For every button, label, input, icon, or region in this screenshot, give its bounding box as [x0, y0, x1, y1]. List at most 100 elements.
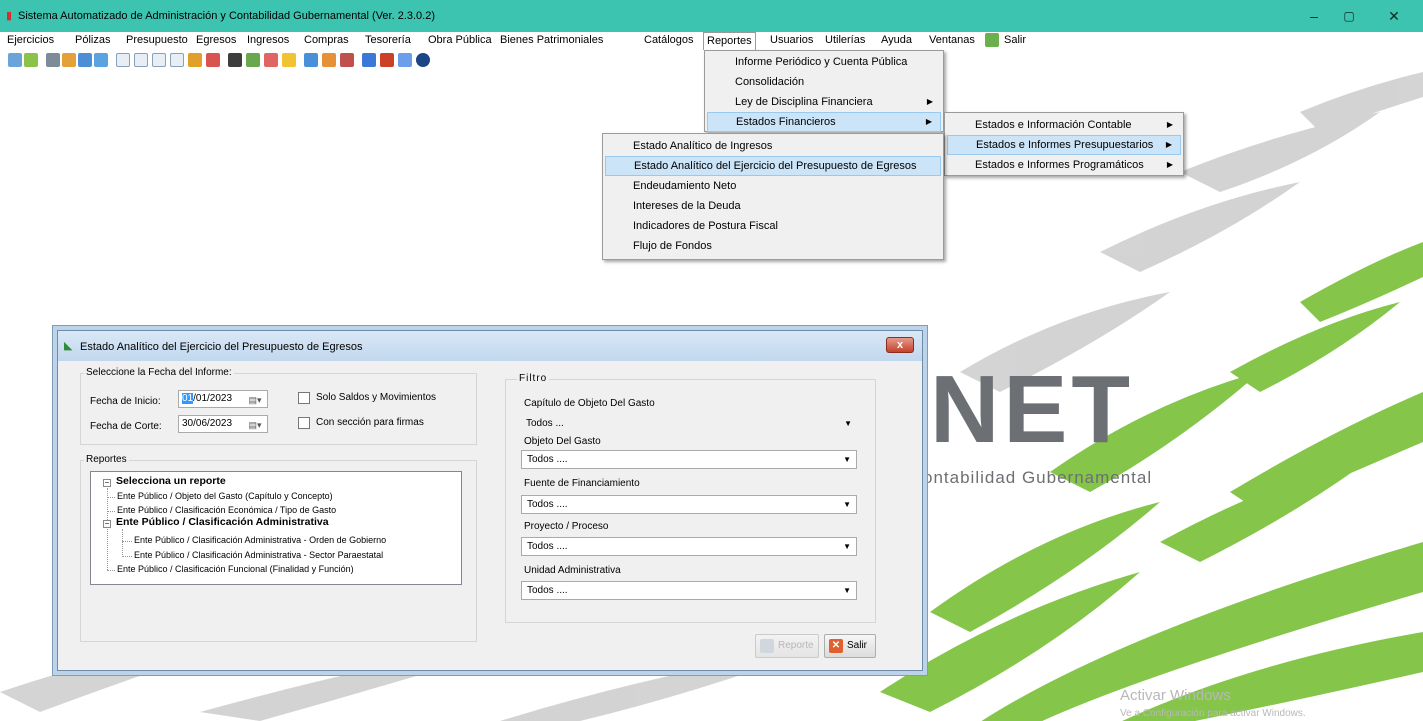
- menu-ejercicios[interactable]: Ejercicios: [7, 34, 54, 46]
- menu-salir[interactable]: Salir: [1004, 34, 1026, 46]
- menu-item-presupuestarios[interactable]: Estados e Informes Presupuestarios ▶: [947, 135, 1181, 155]
- users-icon[interactable]: [264, 53, 278, 67]
- tree-icon[interactable]: [362, 53, 376, 67]
- con-firmas-label: Con sección para firmas: [316, 417, 424, 428]
- unidad-select[interactable]: Todos .... ▼: [521, 581, 857, 600]
- submenu-arrow-icon: ▶: [1165, 140, 1172, 149]
- menu-item-analitico-egresos[interactable]: Estado Analítico del Ejercicio del Presu…: [605, 156, 941, 176]
- menu-ventanas[interactable]: Ventanas: [929, 34, 975, 46]
- tree-node-objeto-gasto[interactable]: Ente Público / Objeto del Gasto (Capítul…: [117, 491, 333, 501]
- solo-saldos-checkbox[interactable]: [298, 392, 310, 404]
- tree-node-orden-gobierno[interactable]: Ente Público / Clasificación Administrat…: [134, 535, 386, 545]
- tree-node-clasif-funcional[interactable]: Ente Público / Clasificación Funcional (…: [117, 564, 354, 574]
- collapse-icon[interactable]: −: [103, 479, 111, 487]
- refresh-icon[interactable]: [8, 53, 22, 67]
- maximize-icon[interactable]: ▢: [1339, 6, 1359, 26]
- fecha-corte-label: Fecha de Corte:: [90, 421, 162, 432]
- menu-polizas[interactable]: Pólizas: [75, 34, 110, 46]
- poliza-f-icon[interactable]: [170, 53, 184, 67]
- menu-item-label: Estados Financieros: [736, 116, 836, 128]
- tree-node-clasif-economica[interactable]: Ente Público / Clasificación Económica /…: [117, 505, 336, 515]
- chevron-down-icon: ▼: [843, 455, 851, 464]
- presupuestarios-menu: Estado Analítico de Ingresos Estado Anal…: [602, 133, 944, 260]
- menu-item-programaticos[interactable]: Estados e Informes Programáticos ▶: [947, 155, 1181, 175]
- objeto-select[interactable]: Todos .... ▼: [521, 450, 857, 469]
- graph-icon[interactable]: [380, 53, 394, 67]
- tree-connector: [107, 511, 115, 512]
- minimize-icon[interactable]: –: [1304, 6, 1324, 26]
- salir-button[interactable]: ✕ Salir: [824, 634, 876, 658]
- calculator-icon[interactable]: [398, 53, 412, 67]
- menu-obra-publica[interactable]: Obra Pública: [428, 34, 492, 46]
- fuente-select[interactable]: Todos .... ▼: [521, 495, 857, 514]
- collapse-icon[interactable]: −: [103, 520, 111, 528]
- table-icon[interactable]: [94, 53, 108, 67]
- poliza-c-icon[interactable]: [116, 53, 130, 67]
- help-icon[interactable]: [416, 53, 430, 67]
- report-tree[interactable]: − Selecciona un reporte Ente Público / O…: [90, 471, 462, 585]
- report-icon[interactable]: [304, 53, 318, 67]
- chart-icon[interactable]: [322, 53, 336, 67]
- edit-icon[interactable]: [246, 53, 260, 67]
- menu-item-consolidacion[interactable]: Consolidación: [707, 72, 941, 92]
- menu-item-info-contable[interactable]: Estados e Información Contable ▶: [947, 115, 1181, 135]
- book-icon[interactable]: [228, 53, 242, 67]
- menu-egresos[interactable]: Egresos: [196, 34, 236, 46]
- poliza-g-icon[interactable]: [188, 53, 202, 67]
- capitulo-select[interactable]: Todos ... ▼: [521, 415, 857, 434]
- tree-node-sector-paraestatal[interactable]: Ente Público / Clasificación Administrat…: [134, 550, 383, 560]
- reporte-button-label: Reporte: [778, 640, 814, 651]
- tree-connector: [107, 570, 115, 571]
- unidad-label: Unidad Administrativa: [524, 565, 621, 576]
- capitulo-value: Todos ...: [526, 418, 564, 429]
- menu-item-flujo-fondos[interactable]: Flujo de Fondos: [605, 236, 941, 256]
- globe-icon[interactable]: [340, 53, 354, 67]
- close-icon[interactable]: ✕: [1384, 6, 1404, 26]
- proyecto-select[interactable]: Todos .... ▼: [521, 537, 857, 556]
- estados-financieros-menu: Estados e Información Contable ▶ Estados…: [944, 112, 1184, 176]
- menu-tesoreria[interactable]: Tesorería: [365, 34, 411, 46]
- reporte-button[interactable]: Reporte: [755, 634, 819, 658]
- menu-item-analitico-ingresos[interactable]: Estado Analítico de Ingresos: [605, 136, 941, 156]
- menu-item-informe-periodico[interactable]: Informe Periódico y Cuenta Pública: [707, 52, 941, 72]
- menu-item-endeudamiento[interactable]: Endeudamiento Neto: [605, 176, 941, 196]
- dialog-close-button[interactable]: x: [886, 337, 914, 353]
- settings-icon[interactable]: [206, 53, 220, 67]
- calendar-dropdown-icon[interactable]: ▤▾: [245, 417, 265, 431]
- list-icon[interactable]: [78, 53, 92, 67]
- transfer-icon[interactable]: [62, 53, 76, 67]
- menu-ayuda[interactable]: Ayuda: [881, 34, 912, 46]
- menu-item-estados-financieros[interactable]: Estados Financieros ▶: [707, 112, 941, 132]
- menu-usuarios[interactable]: Usuarios: [770, 34, 813, 46]
- menu-item-intereses[interactable]: Intereses de la Deuda: [605, 196, 941, 216]
- menu-reportes[interactable]: Reportes: [703, 32, 756, 50]
- poliza-d-icon[interactable]: [134, 53, 148, 67]
- menu-item-ley-disciplina[interactable]: Ley de Disciplina Financiera ▶: [707, 92, 941, 112]
- tree-node-clasif-administrativa[interactable]: Ente Público / Clasificación Administrat…: [116, 516, 329, 528]
- report-dialog: ◣ Estado Analítico del Ejercicio del Pre…: [57, 330, 923, 671]
- submenu-arrow-icon: ▶: [1166, 160, 1173, 169]
- menu-bienes-patrimoniales[interactable]: Bienes Patrimoniales: [500, 34, 603, 46]
- menu-utilerias[interactable]: Utilerías: [825, 34, 865, 46]
- proyecto-label: Proyecto / Proceso: [524, 521, 609, 532]
- fecha-corte-picker[interactable]: 30/06/2023 ▤▾: [178, 415, 268, 433]
- print-icon[interactable]: [46, 53, 60, 67]
- menu-presupuesto[interactable]: Presupuesto: [126, 34, 188, 46]
- window-titlebar: ▮ Sistema Automatizado de Administración…: [0, 0, 1423, 32]
- printer-icon: [760, 639, 774, 653]
- fecha-inicio-picker[interactable]: 01/01/2023 ▤▾: [178, 390, 268, 408]
- con-firmas-checkbox[interactable]: [298, 417, 310, 429]
- toolbar: [0, 50, 700, 72]
- fecha-corte-value: 30/06/2023: [182, 418, 233, 429]
- tree-root[interactable]: Selecciona un reporte: [116, 475, 226, 487]
- menu-ingresos[interactable]: Ingresos: [247, 34, 289, 46]
- fecha-group: [80, 373, 477, 445]
- box-icon[interactable]: [282, 53, 296, 67]
- document-icon[interactable]: [24, 53, 38, 67]
- poliza-e-icon[interactable]: [152, 53, 166, 67]
- chevron-down-icon: ▼: [843, 500, 851, 509]
- menu-catalogos[interactable]: Catálogos: [644, 34, 694, 46]
- menu-item-postura-fiscal[interactable]: Indicadores de Postura Fiscal: [605, 216, 941, 236]
- menu-compras[interactable]: Compras: [304, 34, 349, 46]
- calendar-dropdown-icon[interactable]: ▤▾: [245, 392, 265, 406]
